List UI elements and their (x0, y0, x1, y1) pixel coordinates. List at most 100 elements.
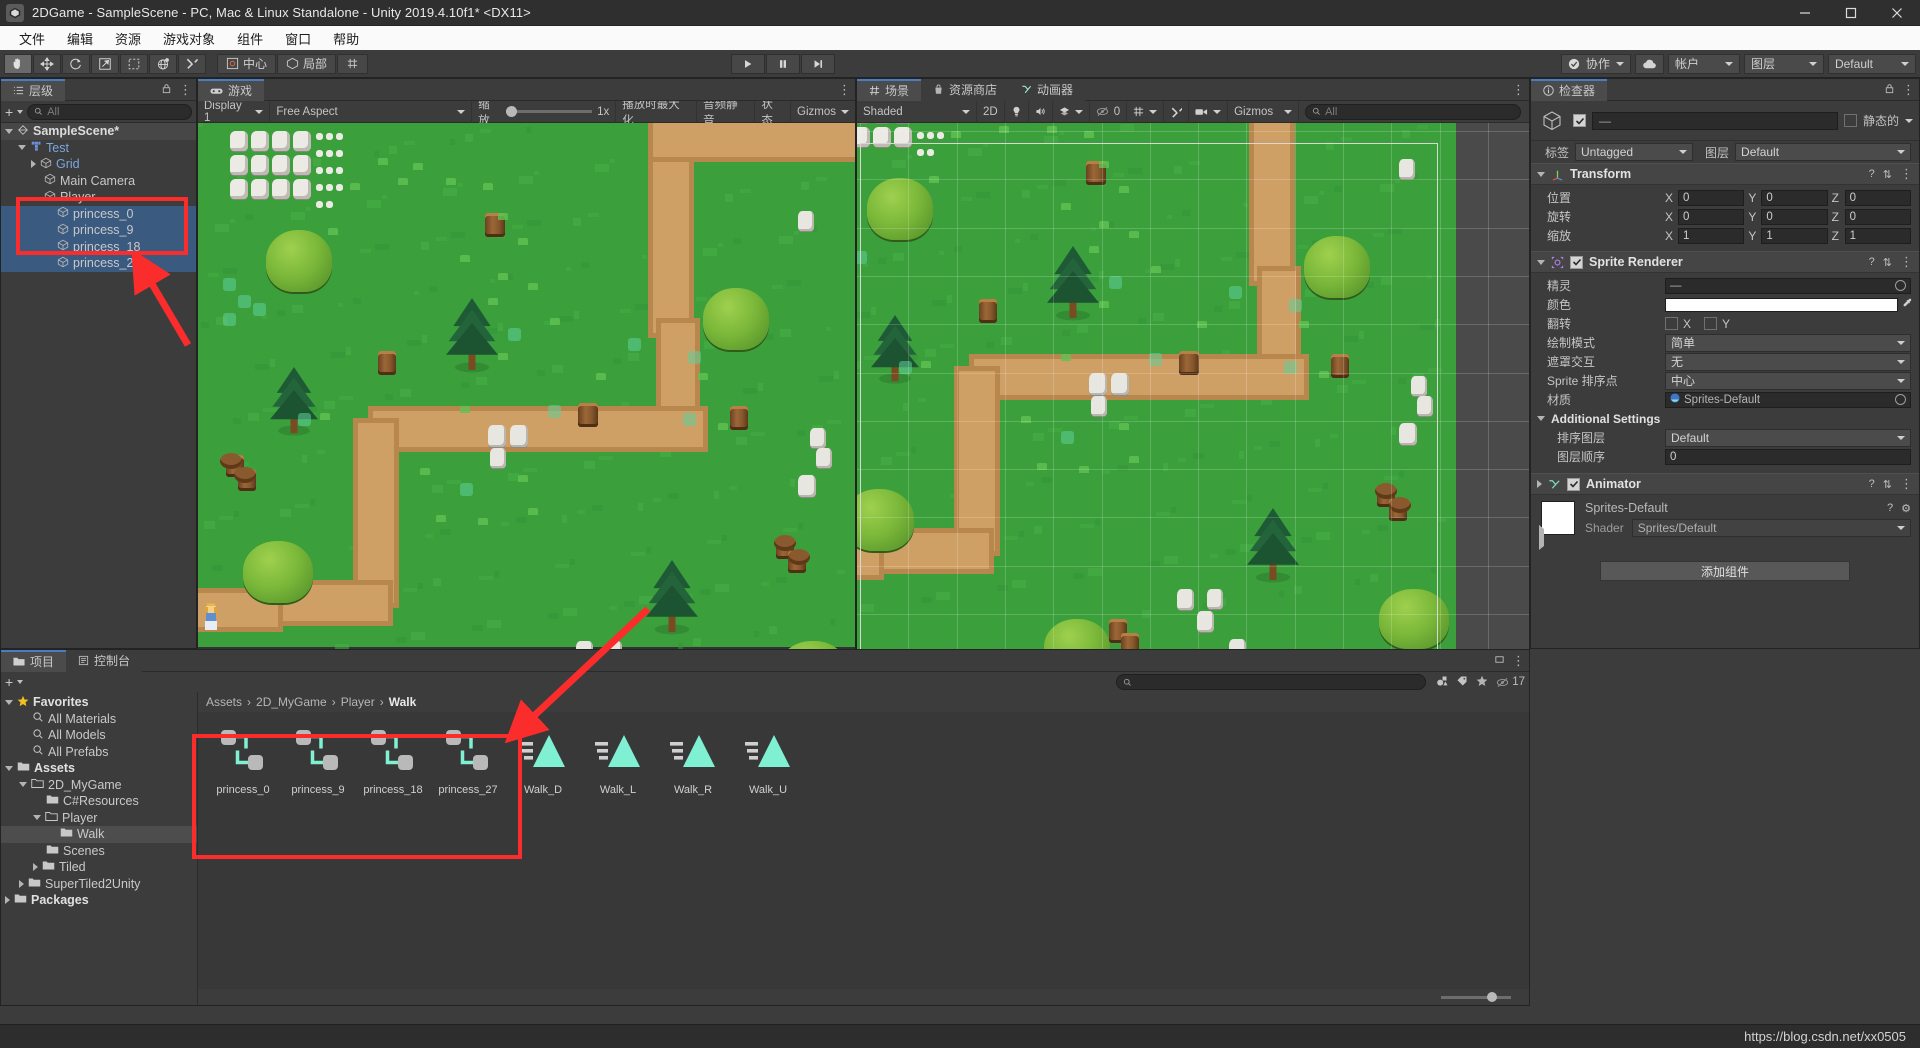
collapse-triangle-icon[interactable] (5, 766, 13, 771)
lock-icon[interactable] (1884, 81, 1895, 99)
collapse-triangle-icon[interactable] (1537, 260, 1545, 265)
collapse-triangle-icon[interactable] (18, 145, 26, 150)
transform-tool-button[interactable] (149, 54, 177, 74)
project-tree-item-assets[interactable]: Assets (1, 760, 197, 777)
mute-audio-button[interactable]: 音频静音 (697, 101, 755, 123)
scale-slider[interactable] (506, 110, 592, 113)
toggle-2d-button[interactable]: 2D (977, 101, 1005, 123)
scene-visibility-toggle[interactable]: 0 (1090, 101, 1127, 123)
collapse-triangle-icon[interactable] (5, 700, 13, 705)
step-button[interactable] (801, 54, 835, 74)
display-dropdown[interactable]: Display 1 (198, 101, 270, 123)
eyedropper-icon[interactable] (1900, 298, 1919, 312)
scene-tools-button[interactable] (1164, 101, 1189, 123)
layers-button[interactable]: 图层 (1744, 54, 1824, 74)
minimize-button[interactable] (1782, 0, 1828, 26)
flip-x-checkbox[interactable] (1665, 317, 1678, 330)
menu-help[interactable]: 帮助 (322, 27, 370, 50)
preset-icon[interactable]: ⇅ (1883, 478, 1892, 491)
tab-game[interactable]: 游戏 (198, 79, 264, 101)
scene-audio-button[interactable] (1029, 101, 1053, 123)
tab-inspector[interactable]: 检查器 (1531, 79, 1607, 101)
help-icon[interactable]: ? (1869, 256, 1875, 268)
rotation-y-input[interactable]: 0 (1761, 209, 1827, 225)
breadcrumb-item-assets[interactable]: Assets (206, 695, 242, 709)
preset-icon[interactable]: ⇅ (1883, 256, 1892, 269)
component-menu-icon[interactable]: ⋮ (1900, 169, 1913, 179)
stats-button[interactable]: 状态 (755, 101, 791, 123)
menu-component[interactable]: 组件 (226, 27, 274, 50)
asset-item-walk_l[interactable]: Walk_L (587, 726, 649, 796)
collapse-triangle-icon[interactable] (5, 129, 13, 134)
project-maximize-icon[interactable] (1494, 652, 1505, 670)
expand-triangle-icon[interactable] (33, 863, 38, 871)
preset-icon[interactable]: ⇅ (1883, 168, 1892, 181)
custom-editor-tool-button[interactable] (178, 54, 206, 74)
menu-window[interactable]: 窗口 (274, 27, 322, 50)
play-button[interactable] (731, 54, 765, 74)
shader-dropdown[interactable]: Sprites/Default (1632, 519, 1911, 537)
scale-slider-group[interactable]: 缩放 1x (472, 101, 616, 123)
move-tool-button[interactable] (33, 54, 61, 74)
hierarchy-search-input[interactable]: All (27, 104, 192, 120)
tab-hierarchy[interactable]: 层级 (1, 79, 65, 101)
sprite-sort-point-dropdown[interactable]: 中心 (1665, 372, 1911, 390)
help-icon[interactable]: ? (1887, 502, 1893, 515)
handle-space-button[interactable]: 局部 (277, 54, 336, 74)
project-add-button[interactable]: + (5, 674, 13, 690)
hierarchy-item-princess-9[interactable]: princess_9 (1, 222, 196, 239)
mask-interaction-dropdown[interactable]: 无 (1665, 353, 1911, 371)
expand-triangle-icon[interactable] (19, 880, 24, 888)
pause-button[interactable] (766, 54, 800, 74)
collapse-triangle-icon[interactable] (19, 782, 27, 787)
shading-mode-dropdown[interactable]: Shaded (857, 101, 977, 123)
scene-grid-dropdown[interactable] (1127, 101, 1164, 123)
animator-enabled-checkbox[interactable] (1567, 478, 1580, 491)
inspector-menu-icon[interactable]: ⋮ (1902, 85, 1915, 95)
hierarchy-item-princess-18[interactable]: princess_18 (1, 239, 196, 256)
hierarchy-item-player[interactable]: Player (1, 189, 196, 206)
material-object-field[interactable]: Sprites-Default (1665, 392, 1911, 408)
expand-triangle-icon[interactable] (1537, 480, 1542, 488)
hierarchy-item-test[interactable]: Test (1, 140, 196, 157)
scene-gizmos-dropdown[interactable]: Gizmos (1228, 101, 1299, 123)
asset-item-princess_0[interactable]: princess_0 (212, 726, 274, 796)
project-tree-item-supertiled2unity[interactable]: SuperTiled2Unity (1, 876, 197, 893)
hierarchy-item-princess-27[interactable]: princess_27 (1, 255, 196, 272)
position-x-input[interactable]: 0 (1678, 190, 1744, 206)
type-filter-icon[interactable] (1436, 675, 1448, 690)
collapse-triangle-icon[interactable] (33, 815, 41, 820)
project-tree-item-walk[interactable]: Walk (1, 826, 197, 843)
project-tree-item-c-resources[interactable]: C#Resources (1, 793, 197, 810)
component-header-animator[interactable]: Animator ? ⇅ ⋮ (1531, 473, 1919, 495)
breadcrumb-item-2d-mygame[interactable]: 2D_MyGame (256, 695, 327, 709)
asset-item-walk_u[interactable]: Walk_U (737, 726, 799, 796)
chevron-down-icon[interactable] (17, 110, 23, 114)
object-picker-icon[interactable] (1895, 394, 1906, 405)
maximize-on-play-button[interactable]: 播放时最大化 (616, 101, 697, 123)
hierarchy-item-grid[interactable]: Grid (1, 156, 196, 173)
asset-item-princess_9[interactable]: princess_9 (287, 726, 349, 796)
menu-edit[interactable]: 编辑 (56, 27, 104, 50)
color-swatch[interactable] (1665, 298, 1898, 312)
sprite-object-field[interactable]: — (1665, 278, 1911, 294)
collab-button[interactable]: 协作 (1561, 54, 1631, 74)
sorting-layer-dropdown[interactable]: Default (1665, 429, 1911, 447)
gear-icon[interactable]: ⚙ (1901, 502, 1911, 515)
rotation-z-input[interactable]: 0 (1845, 209, 1911, 225)
label-filter-icon[interactable] (1456, 675, 1468, 690)
lock-icon[interactable] (161, 81, 172, 99)
project-tree-item-all-materials[interactable]: All Materials (1, 711, 197, 728)
hierarchy-item-samplescene-[interactable]: SampleScene* (1, 123, 196, 140)
tab-animator[interactable]: 动画器 (1009, 79, 1085, 101)
project-tree-item-player[interactable]: Player (1, 810, 197, 827)
component-menu-icon[interactable]: ⋮ (1900, 257, 1913, 267)
gizmos-dropdown[interactable]: Gizmos (791, 101, 855, 123)
project-tree-item-2d-mygame[interactable]: 2D_MyGame (1, 777, 197, 794)
menu-gameobject[interactable]: 游戏对象 (152, 27, 226, 50)
asset-zoom-slider[interactable] (1441, 996, 1511, 999)
project-menu-icon[interactable]: ⋮ (1512, 656, 1525, 666)
scene-lighting-button[interactable] (1005, 101, 1029, 123)
gameobject-enabled-checkbox[interactable] (1573, 114, 1586, 127)
project-search-input[interactable] (1116, 674, 1426, 690)
